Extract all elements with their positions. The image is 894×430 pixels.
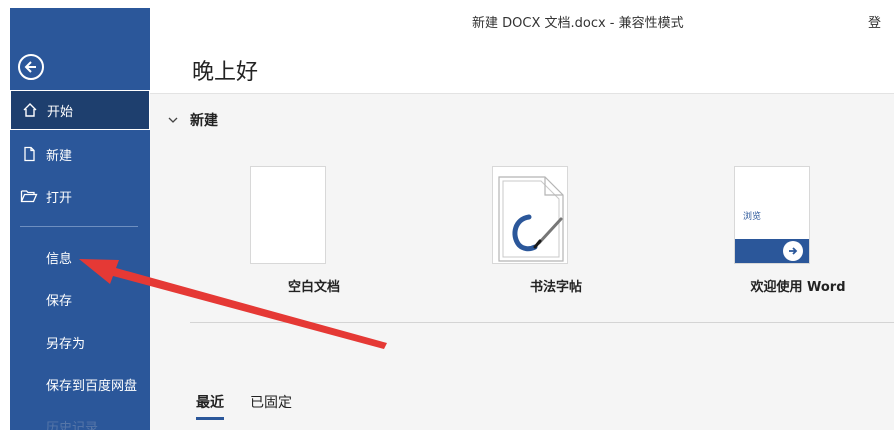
nav-item-save[interactable]: 保存 [46,290,72,309]
nav-item-save-to-baidu[interactable]: 保存到百度网盘 [46,375,137,394]
sidebar-divider [20,226,138,227]
greeting-area: 晚上好 [150,40,894,94]
nav-item-open[interactable]: 打开 [10,176,150,216]
template-thumbnail [250,166,326,264]
nav-item-home[interactable]: 开始 [10,90,150,130]
nav-item-info[interactable]: 信息 [46,248,72,267]
backstage-sidebar: 开始 新建 打开 信息 保存 另存为 保存到百度网盘 历史记录 [10,8,150,430]
section-divider [190,322,894,323]
new-section-title: 新建 [190,113,218,129]
template-thumbnail [492,166,568,264]
nav-label-open: 打开 [46,190,73,206]
title-bar: 新建 DOCX 文档.docx - 兼容性模式 登 [150,0,894,40]
back-button[interactable] [18,54,44,80]
template-label: 空白文档 [287,280,340,295]
nav-label-home: 开始 [47,104,74,120]
calligraphy-brush-icon [498,176,564,262]
arrow-right-icon [783,241,803,261]
thumbnail-browse-text: 浏览 [743,212,762,222]
document-title: 新建 DOCX 文档.docx - 兼容性模式 [472,16,684,31]
template-thumbnail: 浏览 [734,166,810,264]
nav-label-new: 新建 [46,148,73,164]
template-label: 欢迎使用 Word [750,280,846,295]
tab-pinned[interactable]: 已固定 [250,392,292,420]
open-folder-icon [20,187,38,205]
nav-item-history[interactable]: 历史记录 [46,417,98,430]
chevron-down-icon [168,117,178,123]
back-arrow-icon [24,61,36,73]
tab-recent[interactable]: 最近 [196,392,224,420]
new-document-icon [20,145,38,163]
new-section-header[interactable]: 新建 [168,110,218,130]
title-bar-edge-text[interactable]: 登 [868,12,881,31]
template-label: 书法字帖 [529,280,582,295]
home-content: 新建 空白文档 书法字帖 浏览 欢迎使用 Word 最近 已固定 [150,94,894,430]
home-icon [21,101,39,119]
nav-item-new[interactable]: 新建 [10,134,150,174]
recent-tabs: 最近 已固定 [196,392,292,420]
greeting-text: 晚上好 [192,60,259,85]
nav-item-save-as[interactable]: 另存为 [46,333,85,352]
